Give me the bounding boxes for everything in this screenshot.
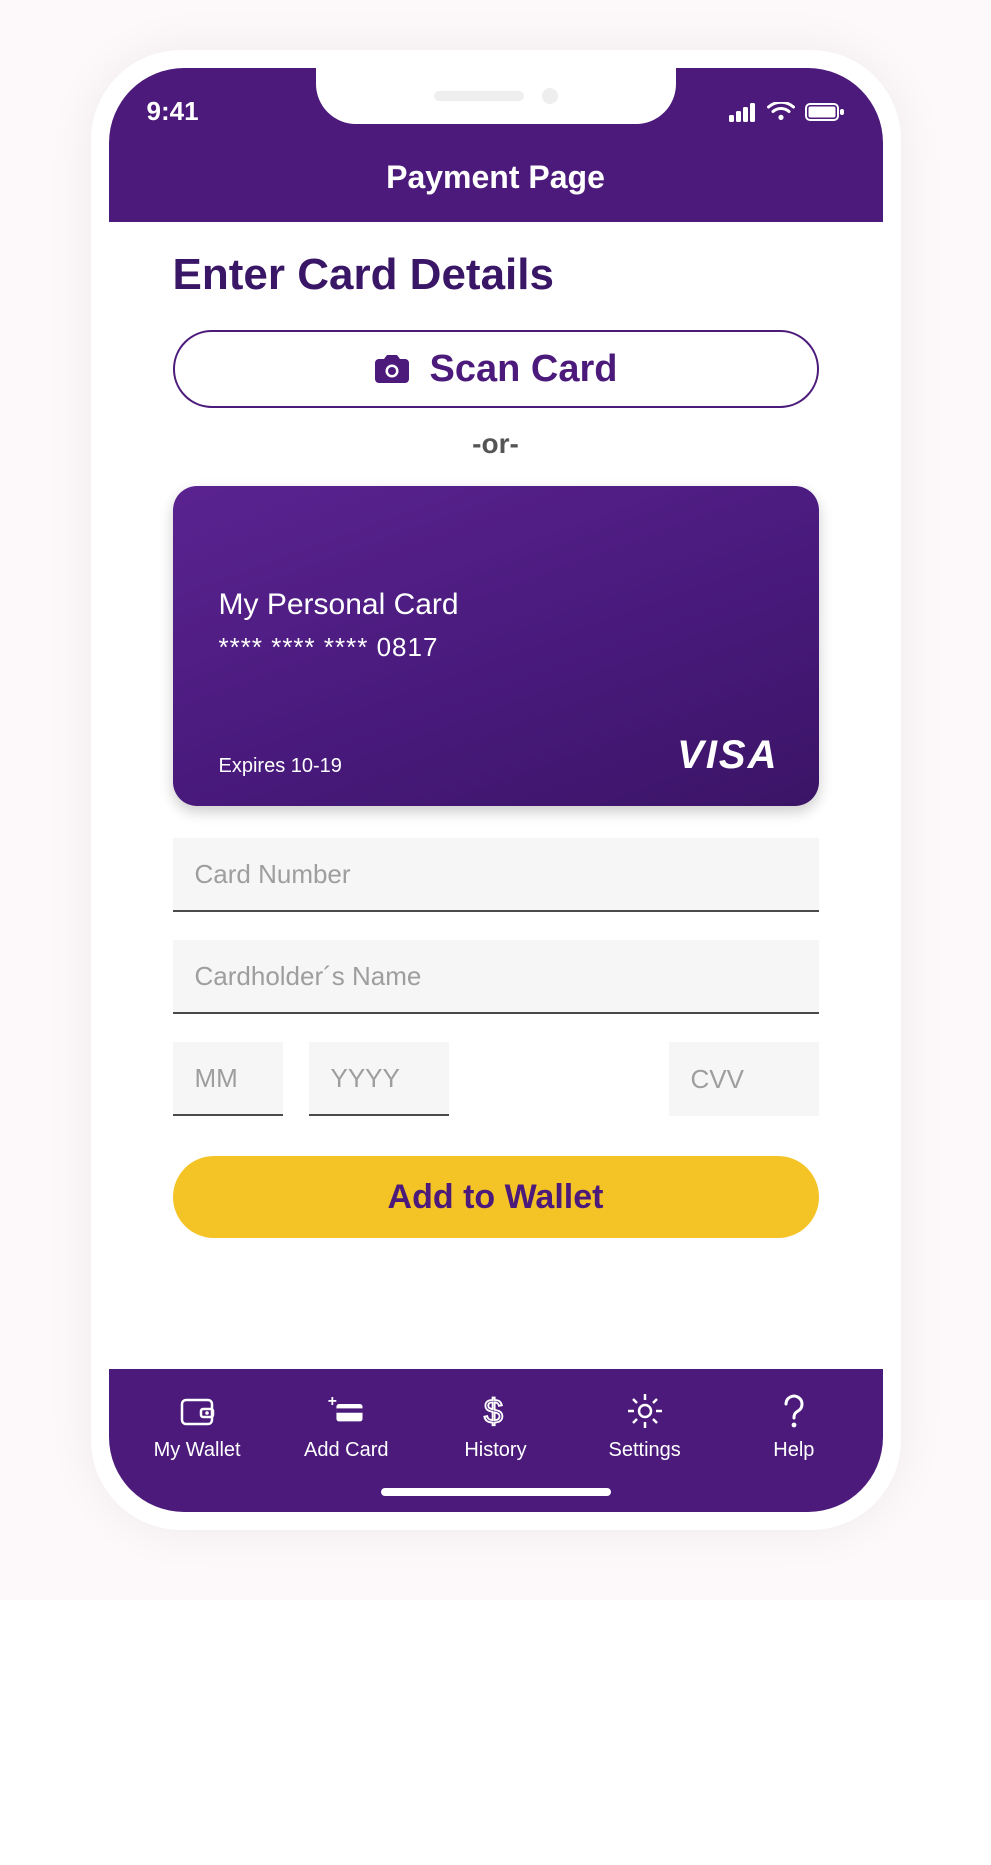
speaker-icon [434,91,524,101]
tab-label: Add Card [304,1439,389,1462]
tab-label: Help [773,1439,814,1462]
wallet-icon [177,1391,217,1431]
tab-label: My Wallet [154,1439,241,1462]
or-divider: -or- [173,428,819,460]
status-time: 9:41 [147,96,199,127]
tab-label: History [464,1439,526,1462]
card-name: My Personal Card [219,588,779,622]
expiry-year-input[interactable] [309,1042,449,1116]
cvv-input[interactable] [669,1042,819,1116]
card-brand: VISA [677,733,778,778]
camera-icon [374,353,410,385]
card-expiry: Expires 10-19 [219,755,342,778]
cardholder-name-input[interactable] [173,940,819,1014]
page-title: Payment Page [109,159,883,196]
wifi-icon [767,102,795,122]
home-indicator[interactable] [381,1488,611,1496]
notch [316,68,676,124]
add-card-icon: + [326,1391,366,1431]
tab-bar: My Wallet + Add Card $ History [109,1369,883,1512]
svg-text:$: $ [484,1393,503,1431]
svg-text:+: + [328,1393,337,1410]
tab-settings[interactable]: Settings [585,1391,705,1462]
section-heading: Enter Card Details [173,250,819,300]
screen: 9:41 [109,68,883,1512]
battery-icon [805,102,845,122]
scan-card-button[interactable]: Scan Card [173,330,819,408]
stage: 9:41 [0,0,991,1600]
camera-icon [542,88,558,104]
add-to-wallet-button[interactable]: Add to Wallet [173,1156,819,1238]
content: Enter Card Details Scan Card -or- My Per… [109,222,883,1369]
help-icon [774,1391,814,1431]
card-preview: My Personal Card **** **** **** 0817 Exp… [173,486,819,806]
spacer [475,1042,643,1116]
card-number-mask: **** **** **** 0817 [219,632,779,663]
card-form [173,838,819,1116]
gear-icon [625,1391,665,1431]
card-number-input[interactable] [173,838,819,912]
expiry-cvv-row [173,1042,819,1116]
scan-card-label: Scan Card [430,348,618,391]
tab-history[interactable]: $ History [435,1391,555,1462]
status-icons [729,102,845,122]
phone-frame: 9:41 [91,50,901,1530]
tab-add-card[interactable]: + Add Card [286,1391,406,1462]
tab-my-wallet[interactable]: My Wallet [137,1391,257,1462]
tab-help[interactable]: Help [734,1391,854,1462]
dollar-icon: $ [475,1391,515,1431]
tab-label: Settings [609,1439,681,1462]
cell-signal-icon [729,102,757,122]
card-bottom-row: Expires 10-19 VISA [219,733,779,778]
expiry-month-input[interactable] [173,1042,283,1116]
